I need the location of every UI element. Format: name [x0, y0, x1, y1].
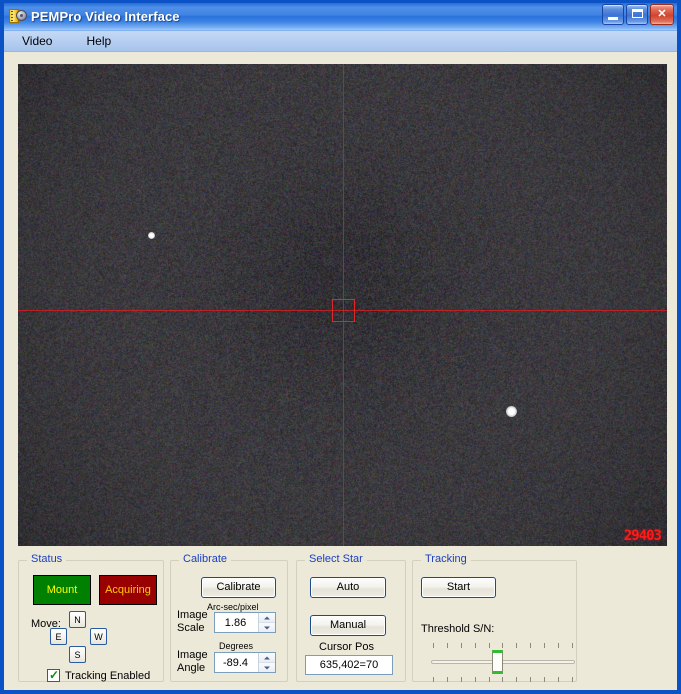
image-angle-spinner[interactable]: -89.4	[214, 652, 276, 673]
image-scale-spin-arrows[interactable]	[258, 613, 275, 632]
checkbox-box[interactable]: ✓	[47, 668, 60, 682]
window-controls: ✕	[602, 4, 674, 25]
video-display[interactable]: 29403	[18, 64, 667, 546]
status-group: Status Mount Acquiring Move: N E W S ✓ T…	[18, 553, 164, 682]
slider-tick	[488, 677, 490, 682]
image-angle-label-line1: Image	[177, 649, 208, 661]
slider-tick	[433, 677, 434, 682]
slider-tick	[544, 677, 546, 682]
degrees-label: Degrees	[219, 641, 254, 651]
menu-item-video[interactable]: Video	[18, 33, 56, 49]
slider-tick	[446, 677, 448, 682]
calibrate-button[interactable]: Calibrate	[201, 577, 276, 598]
image-scale-label-line2: Scale	[177, 622, 205, 634]
slider-tick	[474, 643, 476, 648]
tracking-group: Tracking Start Threshold S/N:	[412, 553, 577, 683]
image-scale-label-line1: Image	[177, 609, 208, 621]
control-panel: Status Mount Acquiring Move: N E W S ✓ T…	[4, 550, 677, 690]
slider-tick	[571, 643, 573, 648]
slider-tick	[544, 643, 546, 648]
cursor-pos-label: Cursor Pos	[319, 641, 375, 653]
auto-select-star-button[interactable]: Auto	[310, 577, 386, 598]
slider-tick	[571, 677, 573, 682]
slider-tick	[516, 643, 518, 648]
slider-tick	[488, 643, 490, 648]
image-angle-value[interactable]: -89.4	[215, 653, 258, 672]
slider-tick	[516, 677, 518, 682]
slider-tick	[558, 643, 560, 648]
move-north-button[interactable]: N	[69, 611, 86, 628]
slider-tick	[502, 643, 504, 648]
calibrate-group-title: Calibrate	[179, 553, 232, 565]
tracking-enabled-label: Tracking Enabled	[65, 669, 151, 682]
tracking-enabled-checkbox[interactable]: ✓ Tracking Enabled	[47, 668, 151, 682]
slider-tick	[558, 677, 560, 682]
slider-tick	[446, 643, 448, 648]
move-south-button[interactable]: S	[69, 646, 86, 663]
calibrate-group: Calibrate Calibrate Arc-sec/pixel Image …	[170, 553, 288, 682]
cursor-pos-field[interactable]: 635,402=70	[305, 655, 393, 675]
spin-up-icon[interactable]	[259, 653, 275, 662]
image-angle-spin-arrows[interactable]	[258, 653, 275, 672]
slider-tick	[502, 677, 504, 682]
select-star-group-title: Select Star	[305, 553, 367, 565]
close-icon: ✕	[657, 8, 667, 20]
close-button[interactable]: ✕	[650, 4, 674, 25]
threshold-sn-label: Threshold S/N:	[421, 623, 495, 635]
acquiring-status-indicator: Acquiring	[99, 575, 157, 605]
arcsec-per-pixel-label: Arc-sec/pixel	[207, 602, 259, 612]
image-scale-value[interactable]: 1.86	[215, 613, 258, 632]
spin-down-icon[interactable]	[259, 622, 275, 632]
center-target-box	[332, 299, 355, 322]
acquiring-status-label: Acquiring	[105, 584, 151, 596]
slider-tick	[530, 677, 532, 682]
application-window: PEMPro Video Interface ✕ Video Help 2940…	[0, 0, 681, 694]
tracking-group-title: Tracking	[421, 553, 471, 565]
slider-tick	[474, 677, 476, 682]
menu-bar: Video Help	[4, 31, 677, 52]
checkmark-icon: ✓	[49, 668, 60, 682]
slider-thumb[interactable]	[492, 650, 504, 674]
status-group-title: Status	[27, 553, 67, 565]
move-east-button[interactable]: E	[50, 628, 67, 645]
slider-tick	[460, 677, 462, 682]
star-marker	[148, 232, 155, 239]
image-angle-label-line2: Angle	[177, 662, 206, 674]
slider-tick	[530, 643, 532, 648]
slider-ticks-bottom	[433, 677, 573, 682]
image-scale-spinner[interactable]: 1.86	[214, 612, 276, 633]
threshold-sn-slider[interactable]	[429, 643, 577, 683]
spin-up-icon[interactable]	[259, 613, 275, 622]
slider-tick	[433, 643, 434, 648]
start-tracking-button[interactable]: Start	[421, 577, 496, 598]
manual-select-star-button[interactable]: Manual	[310, 615, 386, 636]
slider-tick	[460, 643, 462, 648]
spin-down-icon[interactable]	[259, 662, 275, 672]
window-title: PEMPro Video Interface	[31, 8, 180, 24]
frame-counter: 29403	[623, 528, 662, 544]
maximize-button[interactable]	[626, 4, 648, 25]
mount-status-indicator: Mount	[33, 575, 91, 605]
mount-status-label: Mount	[46, 584, 78, 596]
move-west-button[interactable]: W	[90, 628, 107, 645]
minimize-button[interactable]	[602, 4, 624, 25]
menu-item-help[interactable]: Help	[82, 33, 115, 49]
title-bar: PEMPro Video Interface ✕	[4, 0, 677, 31]
slider-ticks-top	[433, 643, 573, 648]
star-marker	[506, 406, 517, 417]
film-gear-icon	[9, 7, 27, 25]
select-star-group: Select Star Auto Manual Cursor Pos 635,4…	[296, 553, 406, 682]
